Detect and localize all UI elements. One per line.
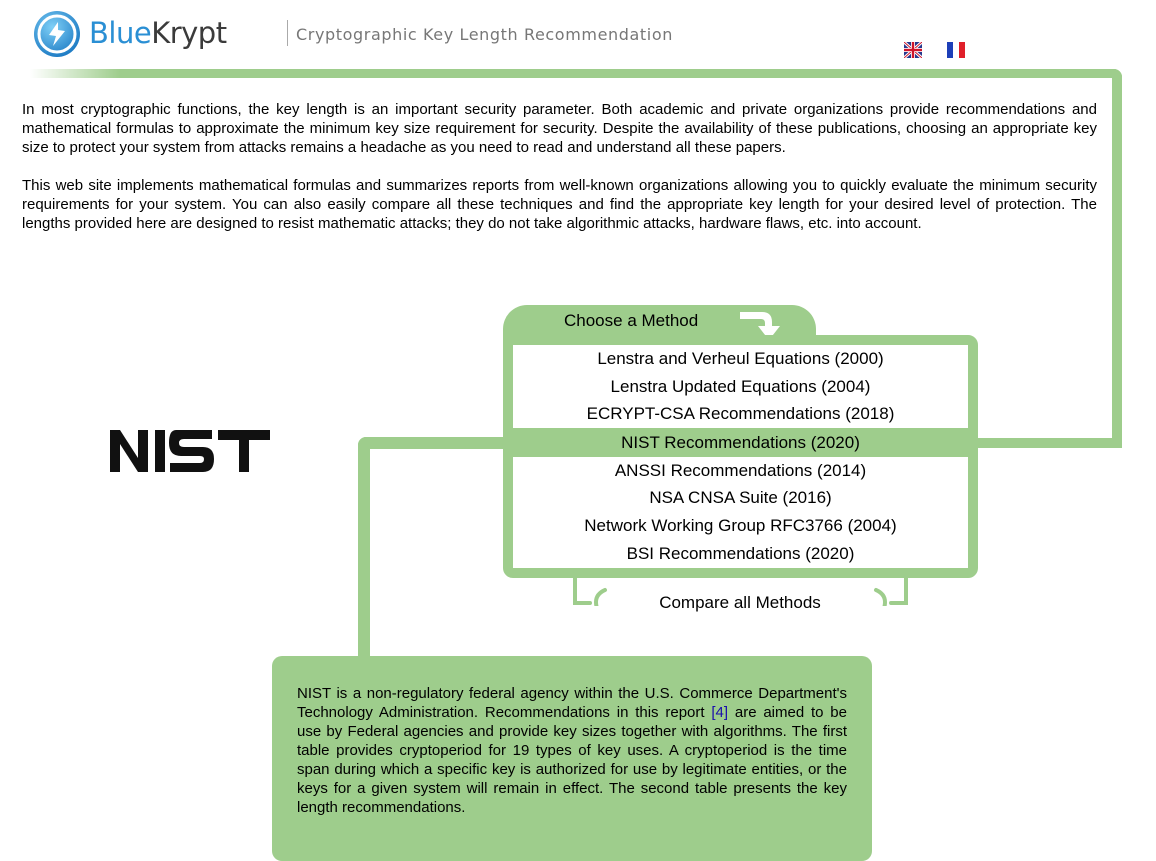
method-description-text: NIST is a non-regulatory federal agency … xyxy=(297,684,847,817)
nist-logo xyxy=(110,430,270,472)
uk-flag-icon[interactable] xyxy=(904,42,922,58)
method-item-nist[interactable]: NIST Recommendations (2020) xyxy=(513,427,968,457)
method-item-anssi[interactable]: ANSSI Recommendations (2014) xyxy=(513,457,968,485)
frame-top-line xyxy=(30,69,1122,78)
method-tab-title: Choose a Method xyxy=(564,311,699,330)
method-item-rfc3766[interactable]: Network Working Group RFC3766 (2004) xyxy=(513,512,968,540)
intro-paragraph-2: This web site implements mathematical fo… xyxy=(22,177,1097,232)
frame-connector-left-horizontal xyxy=(358,437,513,449)
frame-connector-left-vertical xyxy=(358,437,370,667)
frame-right-line xyxy=(1112,69,1122,448)
frame-connector-right xyxy=(968,438,1122,448)
method-item-lenstra-updated[interactable]: Lenstra Updated Equations (2004) xyxy=(513,373,968,401)
intro-paragraph-1: In most cryptographic functions, the key… xyxy=(22,101,1097,156)
france-flag-icon[interactable] xyxy=(947,42,965,58)
method-list: Lenstra and Verheul Equations (2000) Len… xyxy=(513,345,968,567)
method-item-bsi[interactable]: BSI Recommendations (2020) xyxy=(513,540,968,568)
method-item-nsa-cnsa[interactable]: NSA CNSA Suite (2016) xyxy=(513,484,968,512)
method-item-ecrypt-csa[interactable]: ECRYPT-CSA Recommendations (2018) xyxy=(513,400,968,428)
bluekrypt-logo-icon[interactable] xyxy=(32,9,82,59)
intro-section: In most cryptographic functions, the key… xyxy=(22,100,1097,252)
header-divider xyxy=(287,20,288,46)
brand-name-part1: Blue xyxy=(89,16,152,50)
method-item-lenstra-verheul[interactable]: Lenstra and Verheul Equations (2000) xyxy=(513,345,968,373)
brand-name-part2: Krypt xyxy=(151,16,227,50)
compare-all-methods-button[interactable]: Compare all Methods xyxy=(606,592,874,614)
reference-link[interactable]: [4] xyxy=(711,704,728,721)
brand-name[interactable]: BlueKrypt xyxy=(89,13,227,53)
site-tagline: Cryptographic Key Length Recommendation xyxy=(296,25,673,44)
